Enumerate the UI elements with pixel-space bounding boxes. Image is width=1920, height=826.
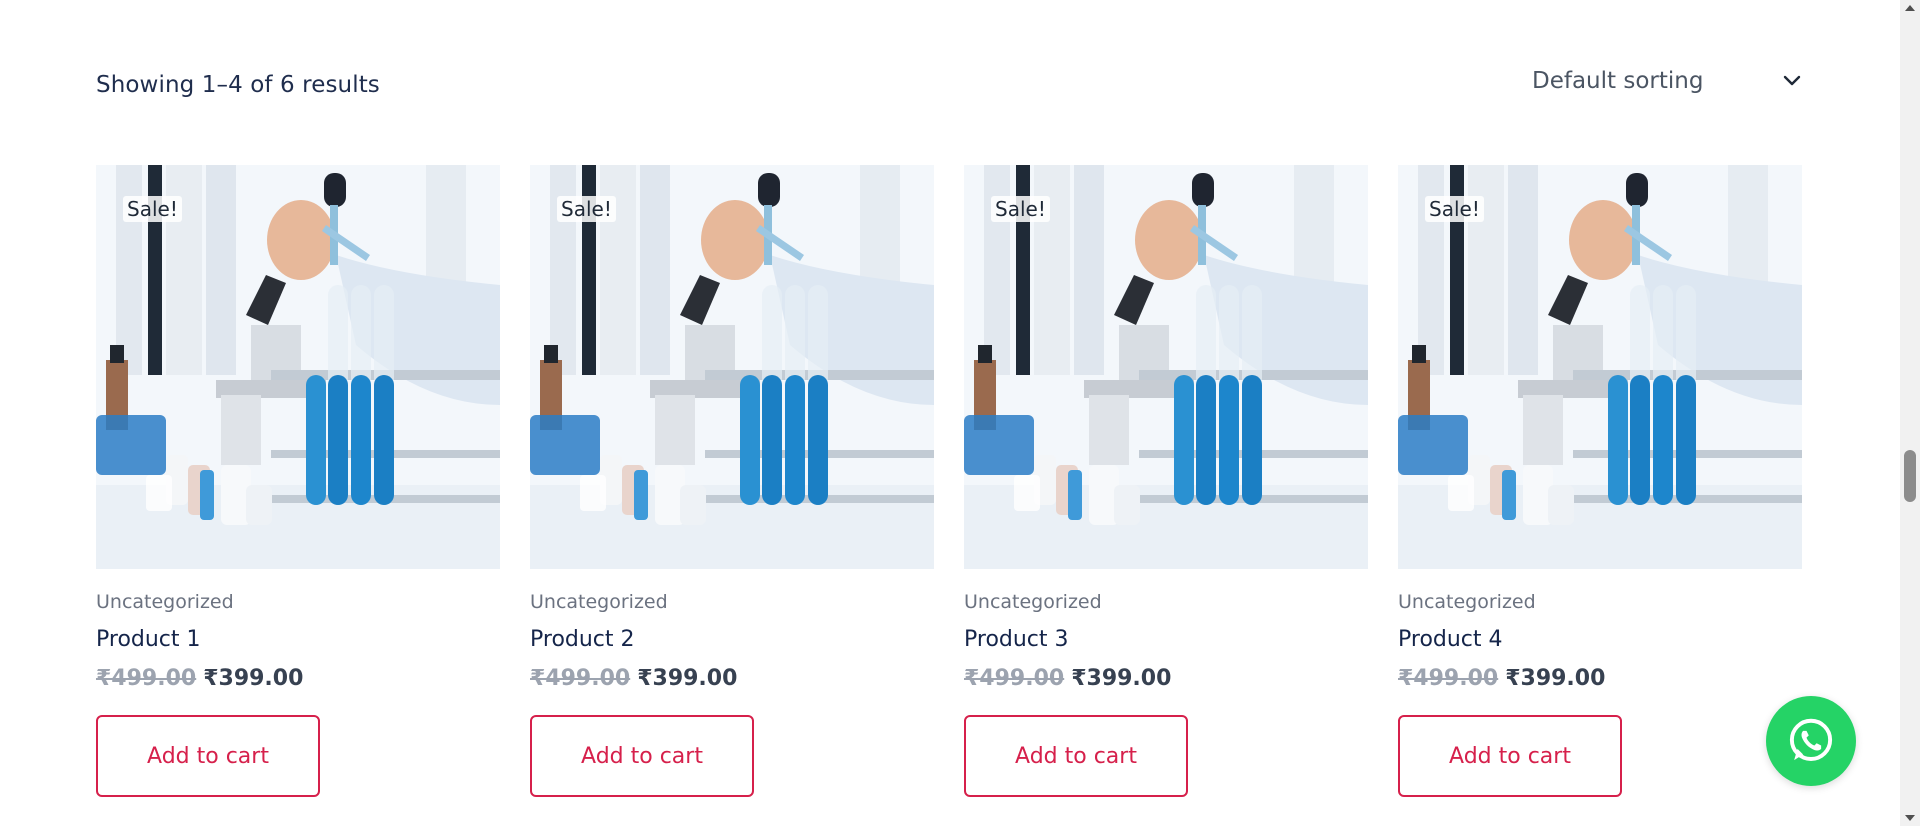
product-title[interactable]: Product 1 xyxy=(96,627,201,652)
product-image[interactable]: Sale! xyxy=(1398,165,1802,569)
product-category: Uncategorized xyxy=(530,591,668,613)
product-grid: Sale! Uncategorized Product 1 ₹499.00 ₹3… xyxy=(96,165,1802,797)
add-to-cart-button[interactable]: Add to cart xyxy=(964,715,1188,797)
sorting-dropdown[interactable]: Default sorting xyxy=(1532,60,1802,102)
product-image[interactable]: Sale! xyxy=(964,165,1368,569)
old-price: ₹499.00 xyxy=(1398,666,1499,691)
sale-price: ₹399.00 xyxy=(637,666,738,691)
sale-badge: Sale! xyxy=(1425,196,1484,222)
chevron-down-icon xyxy=(1782,71,1802,91)
product-category: Uncategorized xyxy=(1398,591,1536,613)
old-price: ₹499.00 xyxy=(96,666,197,691)
product-price: ₹499.00 ₹399.00 xyxy=(530,666,934,691)
product-category: Uncategorized xyxy=(964,591,1102,613)
sale-price: ₹399.00 xyxy=(1505,666,1606,691)
whatsapp-chat-button[interactable] xyxy=(1766,696,1856,786)
product-image[interactable]: Sale! xyxy=(96,165,500,569)
product-price: ₹499.00 ₹399.00 xyxy=(964,666,1368,691)
add-to-cart-button[interactable]: Add to cart xyxy=(530,715,754,797)
scroll-up-arrow-icon[interactable] xyxy=(1905,5,1915,11)
shop-page: Showing 1–4 of 6 results Default sorting… xyxy=(0,0,1900,826)
product-price: ₹499.00 ₹399.00 xyxy=(96,666,500,691)
scroll-down-arrow-icon[interactable] xyxy=(1905,815,1915,821)
whatsapp-icon xyxy=(1789,718,1833,761)
scrollbar-thumb[interactable] xyxy=(1904,450,1916,502)
old-price: ₹499.00 xyxy=(530,666,631,691)
result-count: Showing 1–4 of 6 results xyxy=(96,72,380,98)
sale-price: ₹399.00 xyxy=(1071,666,1172,691)
sale-price: ₹399.00 xyxy=(203,666,304,691)
page-scrollbar[interactable] xyxy=(1900,0,1920,826)
product-title[interactable]: Product 2 xyxy=(530,627,635,652)
product-card: Sale! Uncategorized Product 4 ₹499.00 ₹3… xyxy=(1398,165,1802,797)
add-to-cart-button[interactable]: Add to cart xyxy=(96,715,320,797)
product-title[interactable]: Product 4 xyxy=(1398,627,1503,652)
sorting-selected-value: Default sorting xyxy=(1532,68,1704,94)
old-price: ₹499.00 xyxy=(964,666,1065,691)
sale-badge: Sale! xyxy=(991,196,1050,222)
product-image[interactable]: Sale! xyxy=(530,165,934,569)
product-price: ₹499.00 ₹399.00 xyxy=(1398,666,1802,691)
sale-badge: Sale! xyxy=(123,196,182,222)
product-card: Sale! Uncategorized Product 1 ₹499.00 ₹3… xyxy=(96,165,500,797)
product-card: Sale! Uncategorized Product 2 ₹499.00 ₹3… xyxy=(530,165,934,797)
product-card: Sale! Uncategorized Product 3 ₹499.00 ₹3… xyxy=(964,165,1368,797)
product-title[interactable]: Product 3 xyxy=(964,627,1069,652)
add-to-cart-button[interactable]: Add to cart xyxy=(1398,715,1622,797)
sale-badge: Sale! xyxy=(557,196,616,222)
product-category: Uncategorized xyxy=(96,591,234,613)
